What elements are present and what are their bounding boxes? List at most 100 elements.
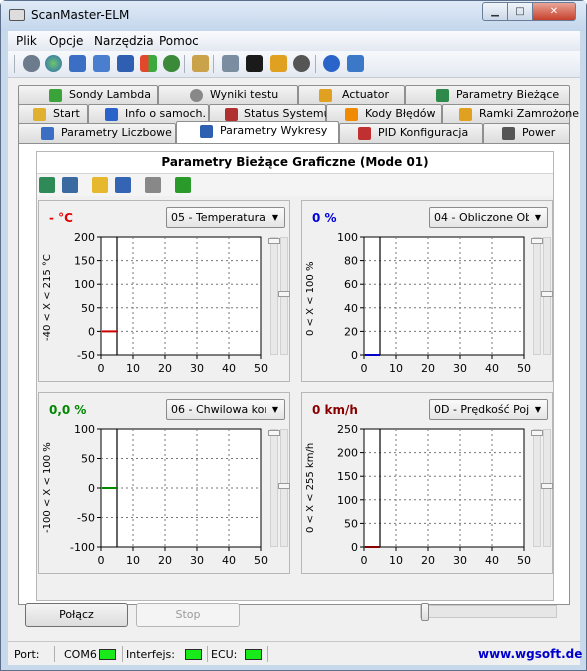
menu-plik[interactable]: Plik	[16, 34, 37, 48]
gauge-icon[interactable]	[293, 55, 310, 72]
website-link[interactable]: www.wgsoft.de	[478, 647, 582, 661]
chart-icon	[200, 125, 213, 138]
y-scale-slider-b[interactable]	[278, 429, 290, 547]
x-tick-label: 10	[389, 554, 403, 567]
tab-label: Parametry Bieżące	[456, 88, 560, 101]
app-icon	[9, 9, 25, 21]
y-tick-label: -100	[70, 541, 95, 554]
car-door-icon[interactable]	[347, 55, 364, 72]
tab-power[interactable]: Power	[483, 123, 570, 143]
ecu-led-icon	[245, 649, 262, 660]
windows-icon[interactable]	[140, 55, 157, 72]
slider-thumb[interactable]	[531, 238, 543, 244]
minimize-button[interactable]: ▁	[482, 2, 508, 21]
globe-icon[interactable]	[45, 55, 62, 72]
x-tick-label: 20	[158, 554, 172, 567]
y-scale-slider-b[interactable]	[541, 429, 553, 547]
save-icon[interactable]	[115, 177, 131, 193]
x-tick-label: 0	[98, 362, 105, 375]
add-graph-icon[interactable]	[39, 177, 55, 193]
x-tick-label: 50	[254, 362, 268, 375]
connect-icon[interactable]	[23, 55, 40, 72]
y-axis-label: -40 < X < 215 °C	[42, 254, 53, 341]
graph-panel-3: 0,0 % 06 - Chwilowa korek ▼ 100 50 0 -50 -100…	[38, 392, 290, 574]
x-tick-label: 0	[361, 362, 368, 375]
maximize-button[interactable]: □	[507, 2, 533, 21]
time-slider[interactable]	[420, 603, 557, 621]
status-separator	[122, 646, 123, 662]
tab-ramki-zamrozone[interactable]: Ramki Zamrożone	[442, 104, 579, 124]
person-icon[interactable]	[163, 55, 180, 72]
close-button[interactable]: ✕	[532, 2, 576, 21]
menu-narzedzia[interactable]: Narzędzia	[94, 34, 154, 48]
y-scale-slider-b[interactable]	[541, 237, 553, 355]
x-tick-label: 40	[222, 362, 236, 375]
plot-background	[363, 428, 525, 548]
y-scale-slider-a[interactable]	[531, 237, 543, 355]
export-icon[interactable]	[175, 177, 191, 193]
x-tick-label: 20	[421, 362, 435, 375]
stop-button[interactable]: Stop	[136, 603, 240, 627]
tab-parametry-liczbowe[interactable]: Parametry Liczbowe	[18, 123, 176, 143]
port-led-icon	[99, 649, 116, 660]
y-scale-slider-b[interactable]	[278, 237, 290, 355]
tab-kody-bledow[interactable]: Kody Błędów	[326, 104, 442, 124]
tab-actuator[interactable]: Actuator	[298, 85, 405, 105]
remove-graph-icon[interactable]	[62, 177, 78, 193]
x-tick-label: 10	[389, 362, 403, 375]
grid-icon[interactable]	[93, 55, 110, 72]
connect-button[interactable]: Połącz	[25, 603, 128, 627]
battery-icon[interactable]	[270, 55, 287, 72]
terminal-icon[interactable]	[246, 55, 263, 72]
y-tick-label: -50	[77, 512, 95, 525]
search-icon[interactable]	[222, 55, 239, 72]
slider-thumb[interactable]	[541, 291, 553, 297]
graph-panel-4: 0 km/h 0D - Prędkość Pojaz ▼ 250 200 150 100…	[301, 392, 553, 574]
port-label: Port:	[14, 648, 40, 661]
slider-thumb[interactable]	[278, 483, 290, 489]
chart-icon[interactable]	[117, 55, 134, 72]
tab-start[interactable]: Start	[18, 104, 88, 124]
plot-area: 100500-50-1000 10 20 30 40 50	[70, 423, 268, 567]
slider-thumb[interactable]	[421, 603, 429, 621]
graph-container: Parametry Bieżące Graficzne (Mode 01) - …	[36, 151, 554, 601]
list-icon	[436, 89, 449, 102]
y-scale-slider-a[interactable]	[268, 429, 280, 547]
slider-thumb[interactable]	[268, 238, 280, 244]
slider-thumb[interactable]	[541, 483, 553, 489]
toolbar-separator	[14, 55, 15, 73]
graph-panel-1: - °C 05 - Temperatura Si ▼ 200 150 100 50 0 -5…	[38, 200, 290, 382]
tab-label: Parametry Liczbowe	[61, 126, 172, 139]
y-scale-slider-a[interactable]	[268, 237, 280, 355]
tab-parametry-biezace[interactable]: Parametry Bieżące	[405, 85, 570, 105]
tab-sondy-lambda[interactable]: Sondy Lambda	[18, 85, 158, 105]
tab-wyniki-testu[interactable]: Wyniki testu	[158, 85, 298, 105]
tab-pid-konfiguracja[interactable]: PID Konfiguracja	[339, 123, 483, 143]
y-tick-label: 100	[74, 423, 95, 436]
info-icon[interactable]	[323, 55, 340, 72]
menu-pomoc[interactable]: Pomoc	[159, 34, 199, 48]
slider-thumb[interactable]	[531, 430, 543, 436]
tab-page: Parametry Bieżące Graficzne (Mode 01) - …	[18, 143, 570, 605]
open-folder-icon[interactable]	[92, 177, 108, 193]
menu-opcje[interactable]: Opcje	[49, 34, 83, 48]
y-scale-slider-a[interactable]	[531, 429, 543, 547]
ecu-label: ECU:	[211, 648, 238, 661]
print-icon[interactable]	[145, 177, 161, 193]
x-tick-label: 50	[517, 554, 531, 567]
table-icon[interactable]	[69, 55, 86, 72]
slider-thumb[interactable]	[268, 430, 280, 436]
tab-label: Start	[53, 107, 80, 120]
tab-parametry-wykresy[interactable]: Parametry Wykresy	[176, 121, 339, 143]
interface-label: Interfejs:	[126, 648, 175, 661]
slider-thumb[interactable]	[278, 291, 290, 297]
clipboard-icon[interactable]	[192, 55, 209, 72]
y-tick-label: 100	[337, 494, 358, 507]
toolbar	[8, 51, 580, 78]
status-separator	[267, 646, 268, 662]
tab-label: PID Konfiguracja	[378, 126, 469, 139]
status-separator	[54, 646, 55, 662]
tab-label: Sondy Lambda	[69, 88, 151, 101]
toolbar-separator	[184, 55, 185, 73]
graph-toolbar	[37, 174, 553, 196]
